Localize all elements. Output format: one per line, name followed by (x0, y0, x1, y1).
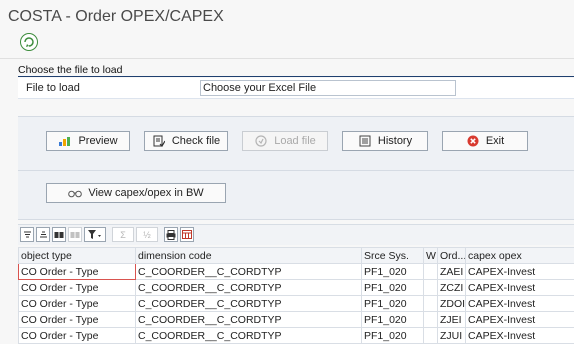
find-next-icon (70, 230, 80, 239)
preview-button[interactable]: Preview (46, 131, 130, 151)
cell-source-system[interactable]: PF1_020 (362, 264, 424, 280)
cell-dimension-code[interactable]: C_COORDER__C_CORDTYP (136, 328, 362, 344)
col-header-w[interactable]: W (424, 248, 438, 264)
cell-dimension-code[interactable]: C_COORDER__C_CORDTYP (136, 264, 362, 280)
binoculars-icon (68, 186, 82, 200)
check-file-button[interactable]: Check file (144, 131, 228, 151)
cell-capex-opex[interactable]: CAPEX-Invest (466, 296, 574, 312)
file-row: File to load (18, 78, 574, 99)
cell-w[interactable] (424, 312, 438, 328)
alv-toolbar: Σ ½ (18, 224, 574, 245)
sort-descending-icon (39, 230, 48, 239)
cell-object-type[interactable]: CO Order - Type (19, 280, 136, 296)
grid-header-row: object type dimension code Srce Sys. W O… (19, 248, 574, 264)
find-button[interactable] (52, 227, 66, 242)
preview-label: Preview (78, 135, 117, 147)
load-file-button[interactable]: Load file (242, 131, 328, 151)
cell-dimension-code[interactable]: C_COORDER__C_CORDTYP (136, 312, 362, 328)
cell-object-type[interactable]: CO Order - Type (19, 296, 136, 312)
check-file-label: Check file (172, 135, 220, 147)
check-file-icon (152, 134, 166, 148)
section-header: Choose the file to load (18, 64, 574, 77)
find-icon (54, 230, 64, 239)
col-header-object-type[interactable]: object type (19, 248, 136, 264)
history-label: History (378, 135, 412, 147)
find-next-button[interactable] (68, 227, 82, 242)
cell-source-system[interactable]: PF1_020 (362, 296, 424, 312)
load-file-icon (254, 134, 268, 148)
sum-icon: Σ (120, 230, 126, 240)
file-label: File to load (26, 82, 80, 94)
history-button[interactable]: History (342, 131, 428, 151)
cell-source-system[interactable]: PF1_020 (362, 280, 424, 296)
col-header-source-system[interactable]: Srce Sys. (362, 248, 424, 264)
title-separator (0, 58, 574, 59)
col-header-dimension-code[interactable]: dimension code (136, 248, 362, 264)
table-row[interactable]: CO Order - Type C_COORDER__C_CORDTYP PF1… (19, 328, 574, 344)
cell-order[interactable]: ZDOI (438, 296, 466, 312)
cell-capex-opex[interactable]: CAPEX-Invest (466, 264, 574, 280)
print-icon (166, 230, 176, 240)
col-header-order[interactable]: Ord... (438, 248, 466, 264)
action-panel: Preview Check file Load file (18, 116, 574, 172)
layout-button[interactable] (180, 227, 194, 242)
cell-dimension-code[interactable]: C_COORDER__C_CORDTYP (136, 296, 362, 312)
history-icon (358, 134, 372, 148)
preview-icon (58, 134, 72, 148)
view-bw-label: View capex/opex in BW (88, 187, 203, 199)
filter-button[interactable] (84, 227, 106, 242)
cell-object-type[interactable]: CO Order - Type (19, 312, 136, 328)
view-bw-button[interactable]: View capex/opex in BW (46, 183, 226, 203)
execute-icon (23, 36, 35, 48)
cell-capex-opex[interactable]: CAPEX-Invest (466, 312, 574, 328)
layout-icon (182, 230, 192, 239)
bw-panel: View capex/opex in BW (18, 170, 574, 220)
table-row[interactable]: CO Order - Type C_COORDER__C_CORDTYP PF1… (19, 312, 574, 328)
cell-object-type[interactable]: CO Order - Type (19, 264, 136, 280)
cell-order[interactable]: ZCZI (438, 280, 466, 296)
execute-button[interactable] (20, 33, 38, 51)
sum-button[interactable]: Σ (112, 227, 134, 242)
cell-dimension-code[interactable]: C_COORDER__C_CORDTYP (136, 280, 362, 296)
table-row[interactable]: CO Order - Type C_COORDER__C_CORDTYP PF1… (19, 264, 574, 280)
cell-w[interactable] (424, 280, 438, 296)
cell-w[interactable] (424, 328, 438, 344)
subtotal-icon: ½ (143, 230, 151, 240)
col-header-capex-opex[interactable]: capex opex (466, 248, 574, 264)
cell-order[interactable]: ZJUI (438, 328, 466, 344)
cell-w[interactable] (424, 296, 438, 312)
filter-icon (88, 230, 102, 239)
subtotal-button[interactable]: ½ (136, 227, 158, 242)
cell-capex-opex[interactable]: CAPEX-Invest (466, 328, 574, 344)
cell-w[interactable] (424, 264, 438, 280)
exit-icon (466, 134, 480, 148)
data-grid: object type dimension code Srce Sys. W O… (18, 247, 574, 344)
cell-source-system[interactable]: PF1_020 (362, 328, 424, 344)
cell-order[interactable]: ZJEI (438, 312, 466, 328)
exit-button[interactable]: Exit (442, 131, 528, 151)
print-button[interactable] (164, 227, 178, 242)
cell-object-type[interactable]: CO Order - Type (19, 328, 136, 344)
cell-source-system[interactable]: PF1_020 (362, 312, 424, 328)
sort-ascending-button[interactable] (20, 227, 34, 242)
table-row[interactable]: CO Order - Type C_COORDER__C_CORDTYP PF1… (19, 280, 574, 296)
load-file-label: Load file (274, 135, 316, 147)
sort-ascending-icon (23, 230, 32, 239)
file-input[interactable] (200, 80, 456, 96)
cell-capex-opex[interactable]: CAPEX-Invest (466, 280, 574, 296)
table-row[interactable]: CO Order - Type C_COORDER__C_CORDTYP PF1… (19, 296, 574, 312)
sort-descending-button[interactable] (36, 227, 50, 242)
page-title: COSTA - Order OPEX/CAPEX (8, 8, 224, 26)
cell-order[interactable]: ZAEI (438, 264, 466, 280)
exit-label: Exit (486, 135, 504, 147)
